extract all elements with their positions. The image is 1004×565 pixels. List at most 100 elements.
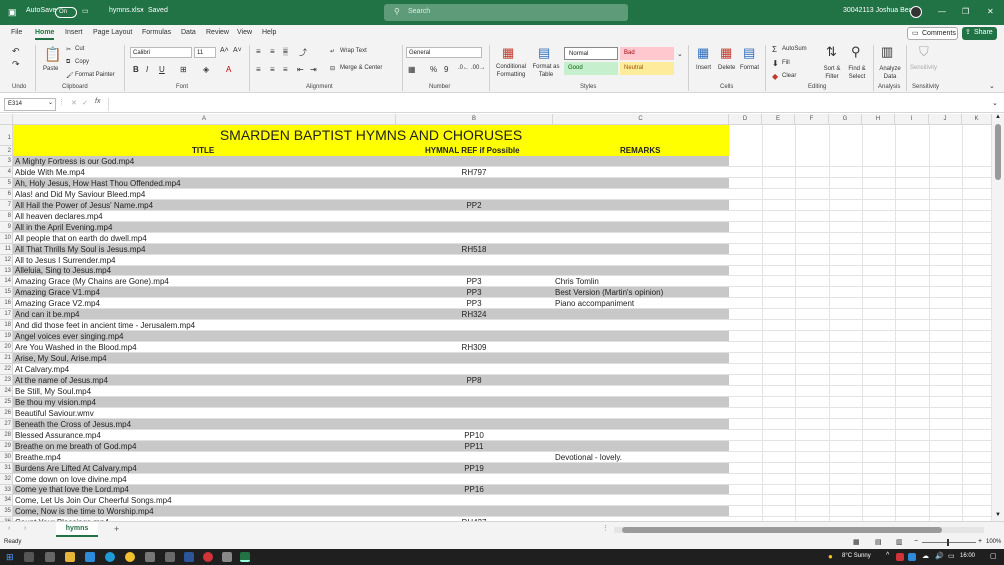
- formula-expand-icon[interactable]: ⌄: [992, 99, 998, 107]
- fill-color-icon[interactable]: ◈: [203, 65, 209, 74]
- bold-icon[interactable]: B: [133, 65, 139, 74]
- increase-decimal-icon[interactable]: .0←: [458, 65, 469, 71]
- cell-title[interactable]: All That Thrills My Soul is Jesus.mp4: [15, 244, 145, 255]
- row-header[interactable]: 33: [0, 485, 13, 495]
- format-cells-label[interactable]: Format: [740, 65, 759, 71]
- cell-remarks[interactable]: Devotional - lovely.: [555, 452, 622, 463]
- sheet-title[interactable]: SMARDEN BAPTIST HYMNS AND CHORUSES: [13, 125, 729, 146]
- cell-title[interactable]: And did those feet in ancient time - Jer…: [15, 320, 195, 331]
- cell-hymnal-ref[interactable]: PP8: [396, 375, 552, 386]
- format-painter-icon[interactable]: 🖌: [66, 72, 74, 79]
- minimize-icon[interactable]: —: [938, 7, 946, 16]
- app-icon[interactable]: [165, 552, 175, 562]
- row-header[interactable]: 18: [0, 320, 13, 331]
- row-header[interactable]: 24: [0, 386, 13, 397]
- style-neutral[interactable]: Neutral: [620, 62, 674, 75]
- network-icon[interactable]: ☁: [922, 552, 929, 560]
- cell-title[interactable]: Be Still, My Soul.mp4: [15, 386, 91, 397]
- confirm-entry-icon[interactable]: ✓: [82, 99, 88, 107]
- row-header[interactable]: 19: [0, 331, 13, 342]
- increase-font-icon[interactable]: A˄: [220, 47, 229, 54]
- select-all-corner[interactable]: [0, 114, 13, 125]
- comma-icon[interactable]: 9: [444, 65, 448, 74]
- menu-review[interactable]: Review: [206, 29, 229, 36]
- zoom-out-icon[interactable]: −: [914, 538, 918, 545]
- menu-page-layout[interactable]: Page Layout: [93, 29, 132, 36]
- table-row[interactable]: Beneath the Cross of Jesus.mp4: [13, 419, 729, 430]
- table-row[interactable]: Burdens Are Lifted At Calvary.mp4 PP19: [13, 463, 729, 474]
- table-row[interactable]: And can it be.mp4 RH324: [13, 309, 729, 320]
- font-color-icon[interactable]: A: [226, 65, 231, 74]
- battery-icon[interactable]: ▭: [948, 552, 955, 560]
- analyze-data-icon[interactable]: ▥: [881, 44, 893, 60]
- vertical-scroll-thumb[interactable]: [995, 124, 1001, 180]
- row-header[interactable]: 31: [0, 463, 13, 474]
- row-header[interactable]: 20: [0, 342, 13, 353]
- volume-icon[interactable]: 🔊: [935, 552, 944, 560]
- row-header[interactable]: 2: [0, 146, 13, 156]
- column-header-a[interactable]: A: [13, 114, 396, 125]
- menu-file[interactable]: File: [11, 29, 22, 36]
- row-header[interactable]: 1: [0, 125, 13, 146]
- row-header[interactable]: 3: [0, 156, 13, 167]
- tray-app-icon[interactable]: [896, 553, 904, 561]
- analyze-data-label[interactable]: Analyze Data: [878, 65, 902, 81]
- row-header[interactable]: 14: [0, 276, 13, 287]
- row-header[interactable]: 34: [0, 495, 13, 506]
- decrease-decimal-icon[interactable]: .00→: [471, 65, 485, 71]
- style-normal[interactable]: Normal: [564, 47, 618, 60]
- find-select-icon[interactable]: ⚲: [851, 44, 861, 60]
- file-explorer-icon[interactable]: [65, 552, 75, 562]
- cell-hymnal-ref[interactable]: RH518: [396, 244, 552, 255]
- zoom-in-icon[interactable]: +: [978, 538, 982, 545]
- table-row[interactable]: At the name of Jesus.mp4 PP8: [13, 375, 729, 386]
- table-row[interactable]: All That Thrills My Soul is Jesus.mp4 RH5…: [13, 244, 729, 255]
- table-row[interactable]: Be thou my vision.mp4: [13, 397, 729, 408]
- sheet-tab-hymns[interactable]: hymns: [56, 522, 98, 537]
- app-icon[interactable]: [145, 552, 155, 562]
- share-button[interactable]: ⇪ Share: [962, 27, 997, 40]
- weather-text[interactable]: 8°C Sunny: [842, 553, 871, 559]
- row-header[interactable]: 7: [0, 200, 13, 211]
- style-bad[interactable]: Bad: [620, 47, 674, 60]
- table-row[interactable]: Come down on love divine.mp4: [13, 474, 729, 485]
- copy-label[interactable]: Copy: [75, 59, 89, 65]
- normal-view-icon[interactable]: ▦: [853, 538, 860, 546]
- page-break-view-icon[interactable]: ▥: [896, 538, 903, 546]
- merge-center-icon[interactable]: ⊟: [330, 65, 335, 72]
- search-box[interactable]: ⚲ Search: [384, 4, 628, 21]
- sort-filter-label[interactable]: Sort & Filter: [820, 65, 844, 81]
- horizontal-scroll-thumb[interactable]: [622, 527, 942, 533]
- comments-button[interactable]: ▭ Comments: [907, 27, 958, 40]
- decrease-font-icon[interactable]: A˅: [233, 47, 242, 54]
- accounting-icon[interactable]: ▦: [408, 65, 416, 74]
- tray-chevron-icon[interactable]: ^: [886, 552, 889, 559]
- vertical-scrollbar[interactable]: ▲ ▼: [992, 114, 1004, 521]
- notifications-icon[interactable]: ▢: [990, 552, 997, 560]
- table-row[interactable]: All people that on earth do dwell.mp4: [13, 233, 729, 244]
- word-icon[interactable]: [184, 552, 194, 562]
- percent-icon[interactable]: %: [430, 65, 437, 74]
- wrap-text-label[interactable]: Wrap Text: [340, 48, 367, 54]
- cell-title[interactable]: All Hail the Power of Jesus' Name.mp4: [15, 200, 153, 211]
- excel-taskbar-icon[interactable]: [240, 552, 250, 562]
- row-header[interactable]: 28: [0, 430, 13, 441]
- cell-title[interactable]: At the name of Jesus.mp4: [15, 375, 108, 386]
- row-header[interactable]: 35: [0, 506, 13, 517]
- media-icon[interactable]: [203, 552, 213, 562]
- cell-title[interactable]: And can it be.mp4: [15, 309, 79, 320]
- cut-label[interactable]: Cut: [75, 46, 84, 52]
- scroll-up-icon[interactable]: ▲: [995, 114, 1001, 120]
- format-painter-label[interactable]: Format Painter: [75, 72, 115, 78]
- cell-title[interactable]: Alleluia, Sing to Jesus.mp4: [15, 266, 111, 276]
- cell-title[interactable]: Ah, Holy Jesus, How Hast Thou Offended.m…: [15, 178, 181, 189]
- delete-cells-icon[interactable]: ▦: [720, 45, 732, 61]
- table-row[interactable]: At Calvary.mp4: [13, 364, 729, 375]
- row-header[interactable]: 21: [0, 353, 13, 364]
- column-header-remarks[interactable]: REMARKS: [620, 146, 660, 155]
- copy-icon[interactable]: ⧉: [66, 59, 70, 66]
- row-header[interactable]: 17: [0, 309, 13, 320]
- font-name-select[interactable]: Calibri: [130, 47, 192, 58]
- cell-title[interactable]: All heaven declares.mp4: [15, 211, 103, 222]
- row-header[interactable]: 27: [0, 419, 13, 430]
